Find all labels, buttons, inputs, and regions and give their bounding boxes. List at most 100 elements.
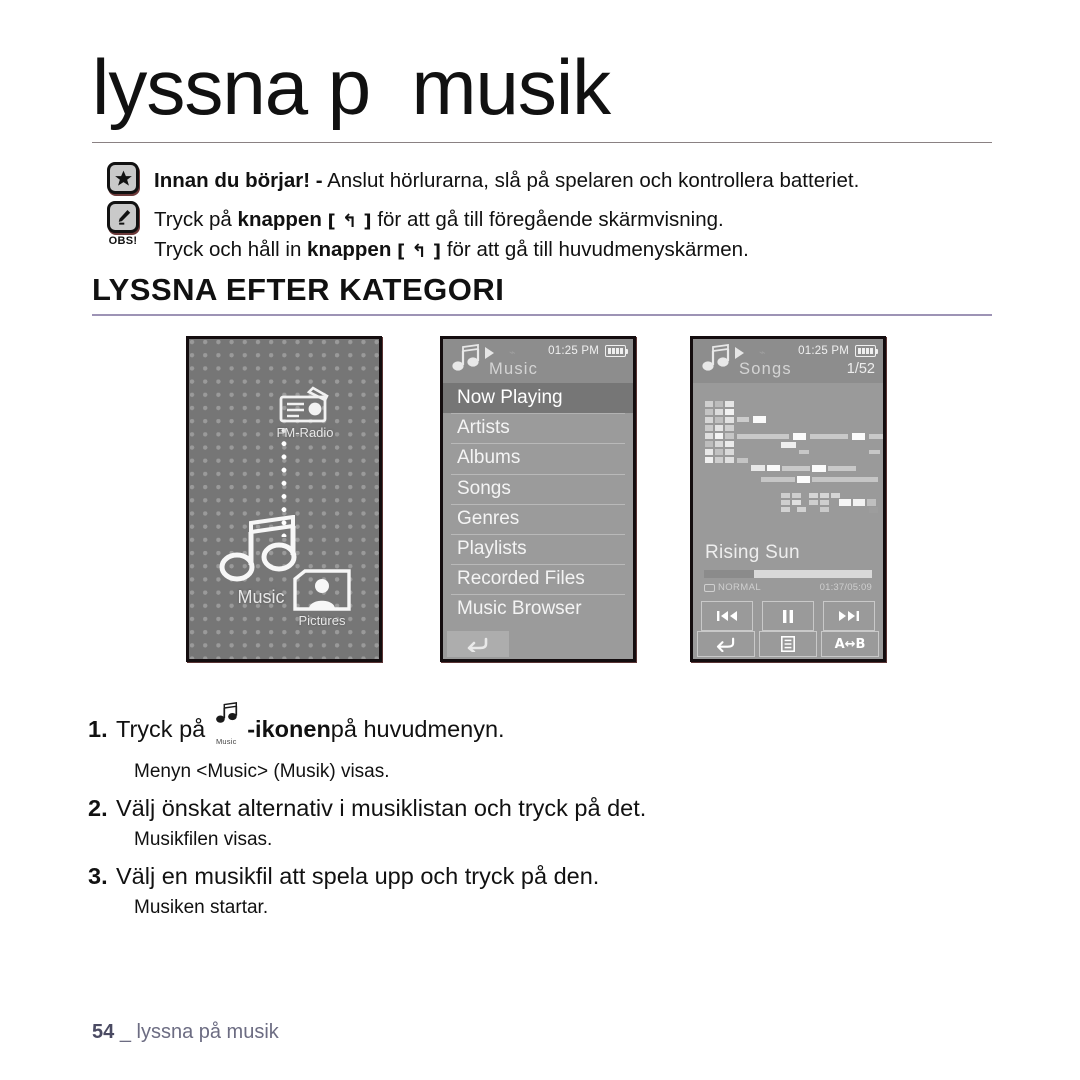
back-arrow-icon: [467, 637, 488, 652]
menu-item-artists[interactable]: Artists: [443, 413, 633, 443]
album-art-area: [693, 387, 883, 539]
repeat-icon: [704, 583, 715, 592]
star-icon: [107, 162, 139, 194]
obs-label: OBS!: [108, 235, 138, 247]
title-divider: [92, 142, 992, 143]
before-you-start-label: Innan du börjar! -: [154, 169, 323, 192]
step-1-post: på huvudmenyn.: [330, 715, 505, 742]
menu-item-playlists[interactable]: Playlists: [443, 533, 633, 564]
music-menu-list: Now Playing Artists Albums Songs Genres …: [443, 383, 633, 659]
obs-line2-post: för att gå till huvudmenyskärmen.: [441, 238, 749, 261]
section-divider: [92, 314, 992, 316]
section-heading: LYSSNA EFTER KATEGORI: [92, 272, 505, 307]
obs-note-line-2: Tryck och håll in knappen [ ↰ ] för att …: [154, 235, 997, 265]
device-screens: FM-Radio Music Pictures ⌁ 01:25 PM Music…: [0, 336, 1080, 666]
inline-music-icon-label: Music: [215, 737, 237, 746]
next-icon: [839, 611, 859, 621]
step-3: 3. Välj en musikfil att spela upp och tr…: [88, 859, 988, 923]
menu-item-recorded-files[interactable]: Recorded Files: [443, 564, 633, 594]
repeat-mode: NORMAL: [704, 582, 761, 593]
obs-note-text: Tryck på knappen [ ↰ ] för att gå till f…: [154, 201, 997, 265]
obs-line1-bold: knappen: [237, 208, 322, 231]
progress-bar[interactable]: [704, 570, 872, 578]
obs-line2-bold: knappen: [307, 238, 392, 261]
step-3-line: 3. Välj en musikfil att spela upp och tr…: [88, 859, 988, 893]
menu-item-songs[interactable]: Songs: [443, 473, 633, 504]
bluetooth-icon: ⌁: [509, 346, 516, 359]
instruction-steps: 1. Tryck på Music -ikonen på huvudmenyn.…: [88, 700, 988, 927]
step-1: 1. Tryck på Music -ikonen på huvudmenyn.…: [88, 700, 988, 787]
status-time: 01:25 PM: [548, 345, 599, 357]
obs-icon-column: OBS!: [92, 201, 154, 247]
page-title: lyssna p musik: [92, 43, 611, 131]
step-3-sub: Musiken startar.: [134, 897, 269, 918]
pause-icon: [783, 609, 793, 623]
playback-info-row: NORMAL 01:37/05:09: [704, 582, 872, 596]
play-indicator-icon: [735, 347, 744, 359]
inline-music-icon: Music: [213, 702, 239, 759]
music-note-icon: [702, 344, 730, 371]
step-1-sub: Menyn <Music> (Musik) visas.: [134, 761, 390, 782]
obs-note-line-1: Tryck på knappen [ ↰ ] för att gå till f…: [154, 205, 997, 235]
home-icon-fm-radio[interactable]: FM-Radio: [275, 385, 335, 440]
note-icon-column: [92, 162, 154, 194]
obs-line2-key: [ ↰ ]: [397, 241, 442, 262]
menu-item-albums[interactable]: Albums: [443, 443, 633, 473]
step-3-text: Välj en musikfil att spela upp och tryck…: [116, 863, 600, 889]
menu-item-genres[interactable]: Genres: [443, 503, 633, 534]
battery-icon: [855, 345, 879, 357]
obs-line2-pre: Tryck och håll in: [154, 238, 308, 261]
battery-icon: [605, 345, 629, 357]
previous-icon: [717, 611, 737, 621]
previous-button[interactable]: [701, 601, 753, 631]
menu-button[interactable]: [759, 631, 817, 657]
step-2-sub: Musikfilen visas.: [134, 829, 273, 850]
menu-item-now-playing[interactable]: Now Playing: [443, 383, 633, 414]
status-bar-now-playing: ⌁ 01:25 PM Songs 1/52: [693, 339, 883, 383]
footer-separator: _: [119, 1021, 131, 1043]
menu-item-music-browser[interactable]: Music Browser: [443, 594, 633, 624]
repeat-mode-label: NORMAL: [718, 582, 762, 593]
step-1-pre: Tryck på: [116, 715, 206, 742]
back-arrow-icon: [716, 637, 735, 652]
next-button[interactable]: [823, 601, 875, 631]
home-icon-pictures[interactable]: Pictures: [291, 567, 353, 628]
step-2-line: 2. Välj önskat alternativ i musiklistan …: [88, 791, 988, 825]
obs-note: OBS! Tryck på knappen [ ↰ ] för att gå t…: [92, 201, 997, 265]
obs-line1-key: [ ↰ ]: [327, 211, 372, 232]
screen-title-songs: Songs: [739, 360, 792, 378]
step-2-text: Välj önskat alternativ i musiklistan och…: [116, 795, 647, 821]
footer-chapter-title: lyssna på musik: [136, 1021, 279, 1043]
pause-button[interactable]: [762, 601, 814, 631]
footer-page-number: 54: [92, 1021, 115, 1043]
obs-line1-post: för att gå till föregående skärmvisning.: [371, 208, 724, 231]
device-screenshot-music-menu: ⌁ 01:25 PM Music Now Playing Artists Alb…: [440, 336, 636, 662]
back-button[interactable]: [447, 631, 509, 657]
screen-title-music: Music: [489, 360, 539, 378]
step-1-line: 1. Tryck på Music -ikonen på huvudmenyn.: [88, 700, 988, 757]
bottom-button-bar: A↔B: [697, 631, 879, 657]
playback-controls: [701, 601, 875, 631]
status-time: 01:25 PM: [798, 345, 849, 357]
back-button[interactable]: [697, 631, 755, 657]
hand-pen-icon: [107, 201, 139, 233]
before-you-start-text: Innan du börjar! - Anslut hörlurarna, sl…: [154, 162, 997, 195]
track-title: Rising Sun: [705, 542, 800, 563]
device-screenshot-main-menu: FM-Radio Music Pictures: [186, 336, 382, 662]
status-bar-music-menu: ⌁ 01:25 PM Music: [443, 339, 633, 383]
bluetooth-icon: ⌁: [759, 346, 766, 359]
menu-list-icon: [781, 636, 795, 652]
notes-block: Innan du börjar! - Anslut hörlurarna, sl…: [92, 162, 997, 265]
page-footer: 54 _ lyssna på musik: [92, 1021, 279, 1044]
before-you-start-body: Anslut hörlurarna, slå på spelaren och k…: [322, 169, 860, 192]
step-1-bold: -ikonen: [247, 715, 331, 742]
obs-line1-pre: Tryck på: [154, 208, 238, 231]
step-2-number: 2.: [88, 795, 108, 821]
ab-repeat-button[interactable]: A↔B: [821, 631, 879, 657]
device-screenshot-now-playing: ⌁ 01:25 PM Songs 1/52 Rising Sun NORMAL …: [690, 336, 886, 662]
play-indicator-icon: [485, 347, 494, 359]
step-3-number: 3.: [88, 863, 108, 889]
progress-bar-fill: [704, 570, 755, 578]
home-icon-fm-radio-label: FM-Radio: [276, 425, 334, 440]
track-counter: 1/52: [846, 361, 875, 377]
